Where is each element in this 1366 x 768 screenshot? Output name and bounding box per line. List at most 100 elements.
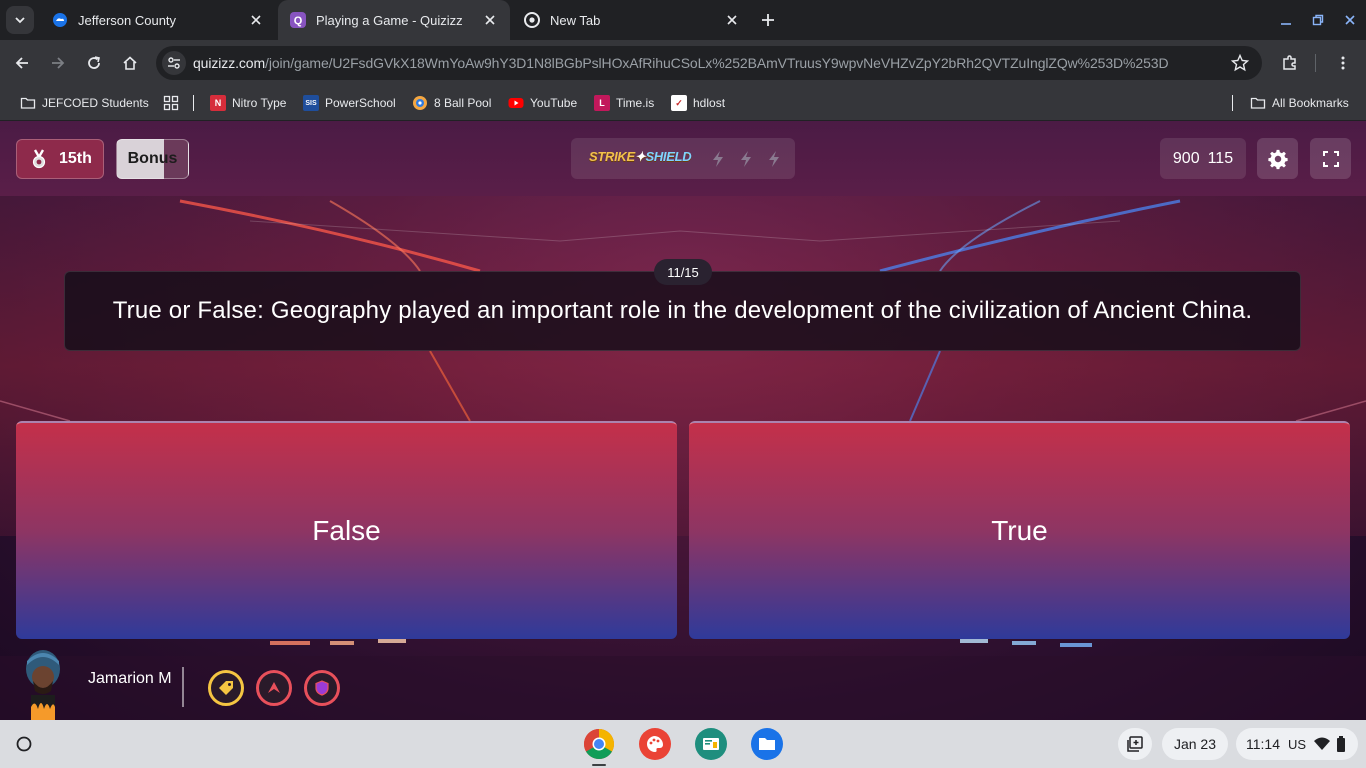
player-name: Jamarion M xyxy=(88,670,172,687)
bookmark-time-is[interactable]: L Time.is xyxy=(594,93,654,113)
arrow-up-icon xyxy=(268,682,280,693)
question-counter: 11/15 xyxy=(654,259,712,285)
answer-label: True xyxy=(991,515,1048,546)
star-icon xyxy=(1230,53,1250,72)
folder-icon xyxy=(1250,95,1266,111)
tab-quizizz[interactable]: Q Playing a Game - Quizizz xyxy=(278,0,510,40)
locale-text: US xyxy=(1288,736,1307,752)
bookmark-separator xyxy=(193,95,194,111)
reload-icon xyxy=(88,56,100,69)
reload-button[interactable] xyxy=(80,49,108,77)
logo-text-shield: SHIELD xyxy=(645,149,692,164)
chevron-down-icon xyxy=(15,17,25,24)
restore-icon xyxy=(1312,14,1324,26)
bookmark-powerschool[interactable]: SIS PowerSchool xyxy=(303,93,396,113)
shelf-app-classroom[interactable] xyxy=(695,728,727,760)
more-vertical-icon xyxy=(1341,56,1345,70)
power-up-red-arrow[interactable] xyxy=(256,670,292,706)
bookmark-label: YouTube xyxy=(530,96,578,110)
maximize-button[interactable] xyxy=(1306,8,1330,32)
close-icon[interactable] xyxy=(480,10,500,30)
svg-text:Q: Q xyxy=(294,15,303,27)
bookmark-star-button[interactable] xyxy=(1230,53,1250,73)
settings-button[interactable] xyxy=(1257,138,1298,179)
tab-title: Jefferson County xyxy=(78,12,177,28)
extensions-button[interactable] xyxy=(1276,49,1304,77)
close-window-button[interactable] xyxy=(1338,8,1362,32)
powerschool-icon: SIS xyxy=(303,95,319,111)
tab-new-tab[interactable]: New Tab xyxy=(512,0,752,40)
logo-text-strike: STRIKE xyxy=(589,149,635,164)
footer-divider xyxy=(182,667,184,707)
shelf-app-canvas[interactable] xyxy=(639,728,671,760)
tab-search-button[interactable] xyxy=(6,6,34,34)
rank-text: 15th xyxy=(59,150,92,167)
bookmark-hdlost[interactable]: ✓ hdlost xyxy=(671,93,725,113)
target-icon xyxy=(412,95,428,111)
all-bookmarks-label: All Bookmarks xyxy=(1272,96,1349,110)
url-path: /join/game/U2FsdGVkX18WmYoAw9hY3D1N8lBGb… xyxy=(265,55,1169,71)
plus-icon xyxy=(762,14,774,26)
launcher-button[interactable] xyxy=(12,732,36,756)
bookmark-separator xyxy=(1232,95,1233,111)
url-text: quizizz.com/join/game/U2FsdGVkX18WmYoAw9… xyxy=(193,55,1169,71)
back-button[interactable] xyxy=(8,49,36,77)
shield-icon xyxy=(315,680,329,696)
bookmark-label: Time.is xyxy=(616,96,655,110)
tab-strip: Jefferson County Q Playing a Game - Quiz… xyxy=(0,0,1366,40)
bookmark-jefcoed-students[interactable]: JEFCOED Students xyxy=(20,93,149,113)
launcher-icon xyxy=(16,736,32,752)
answer-option-false[interactable]: False xyxy=(16,421,677,639)
tote-icon xyxy=(1127,736,1143,752)
close-icon[interactable] xyxy=(722,10,742,30)
power-up-red-shield[interactable] xyxy=(304,670,340,706)
home-icon xyxy=(123,56,137,70)
apps-button[interactable] xyxy=(163,93,185,113)
strike-shield-logo: STRIKE✦SHIELD xyxy=(589,149,692,164)
bookmark-8-ball-pool[interactable]: 8 Ball Pool xyxy=(412,93,491,113)
minimize-button[interactable] xyxy=(1274,8,1298,32)
forward-button[interactable] xyxy=(44,49,72,77)
url-host: quizizz.com xyxy=(193,55,266,71)
medal-icon xyxy=(32,149,46,169)
site-info-button[interactable] xyxy=(162,51,186,75)
address-bar[interactable]: quizizz.com/join/game/U2FsdGVkX18WmYoAw9… xyxy=(156,46,1262,80)
answer-option-true[interactable]: True xyxy=(689,421,1350,639)
bookmark-label: Nitro Type xyxy=(232,96,287,110)
score-display: 900 115 xyxy=(1160,138,1246,179)
hdlost-icon: ✓ xyxy=(671,95,687,111)
date-tray[interactable]: Jan 23 xyxy=(1162,728,1228,760)
minimize-icon xyxy=(1281,23,1291,25)
game-mode-indicator: STRIKE✦SHIELD xyxy=(571,138,795,179)
bookmark-youtube[interactable]: YouTube xyxy=(508,93,577,113)
puzzle-icon xyxy=(1283,55,1296,70)
power-up-yellow[interactable] xyxy=(208,670,244,706)
arrow-left-icon xyxy=(15,57,28,69)
bookmark-nitro-type[interactable]: N Nitro Type xyxy=(210,93,286,113)
holding-space-button[interactable] xyxy=(1118,728,1152,760)
battery-icon xyxy=(1337,736,1346,752)
gear-icon xyxy=(1267,149,1288,169)
chrome-icon xyxy=(524,12,540,28)
bookmark-label: 8 Ball Pool xyxy=(434,96,492,110)
shelf-app-files[interactable] xyxy=(751,728,783,760)
tune-icon xyxy=(168,57,180,69)
arrow-right-icon xyxy=(52,57,65,69)
bookmark-label: PowerSchool xyxy=(325,96,396,110)
chrome-menu-button[interactable] xyxy=(1329,49,1357,77)
bonus-label: Bonus xyxy=(127,150,178,167)
tab-title: New Tab xyxy=(550,12,601,28)
shelf-app-chrome[interactable] xyxy=(583,728,615,760)
new-tab-button[interactable] xyxy=(756,8,780,32)
bookmark-label: JEFCOED Students xyxy=(42,96,149,110)
fullscreen-button[interactable] xyxy=(1310,138,1351,179)
palette-icon xyxy=(647,736,664,752)
status-tray[interactable]: 11:14 US xyxy=(1236,728,1358,760)
time-is-icon: L xyxy=(594,95,610,111)
home-button[interactable] xyxy=(116,49,144,77)
close-icon[interactable] xyxy=(246,10,266,30)
tab-title: Playing a Game - Quizizz xyxy=(316,12,463,28)
tab-jefferson-county[interactable]: Jefferson County xyxy=(40,0,276,40)
all-bookmarks-button[interactable]: All Bookmarks xyxy=(1250,93,1349,113)
leaderboard-rank-button[interactable]: 15th xyxy=(16,139,104,179)
